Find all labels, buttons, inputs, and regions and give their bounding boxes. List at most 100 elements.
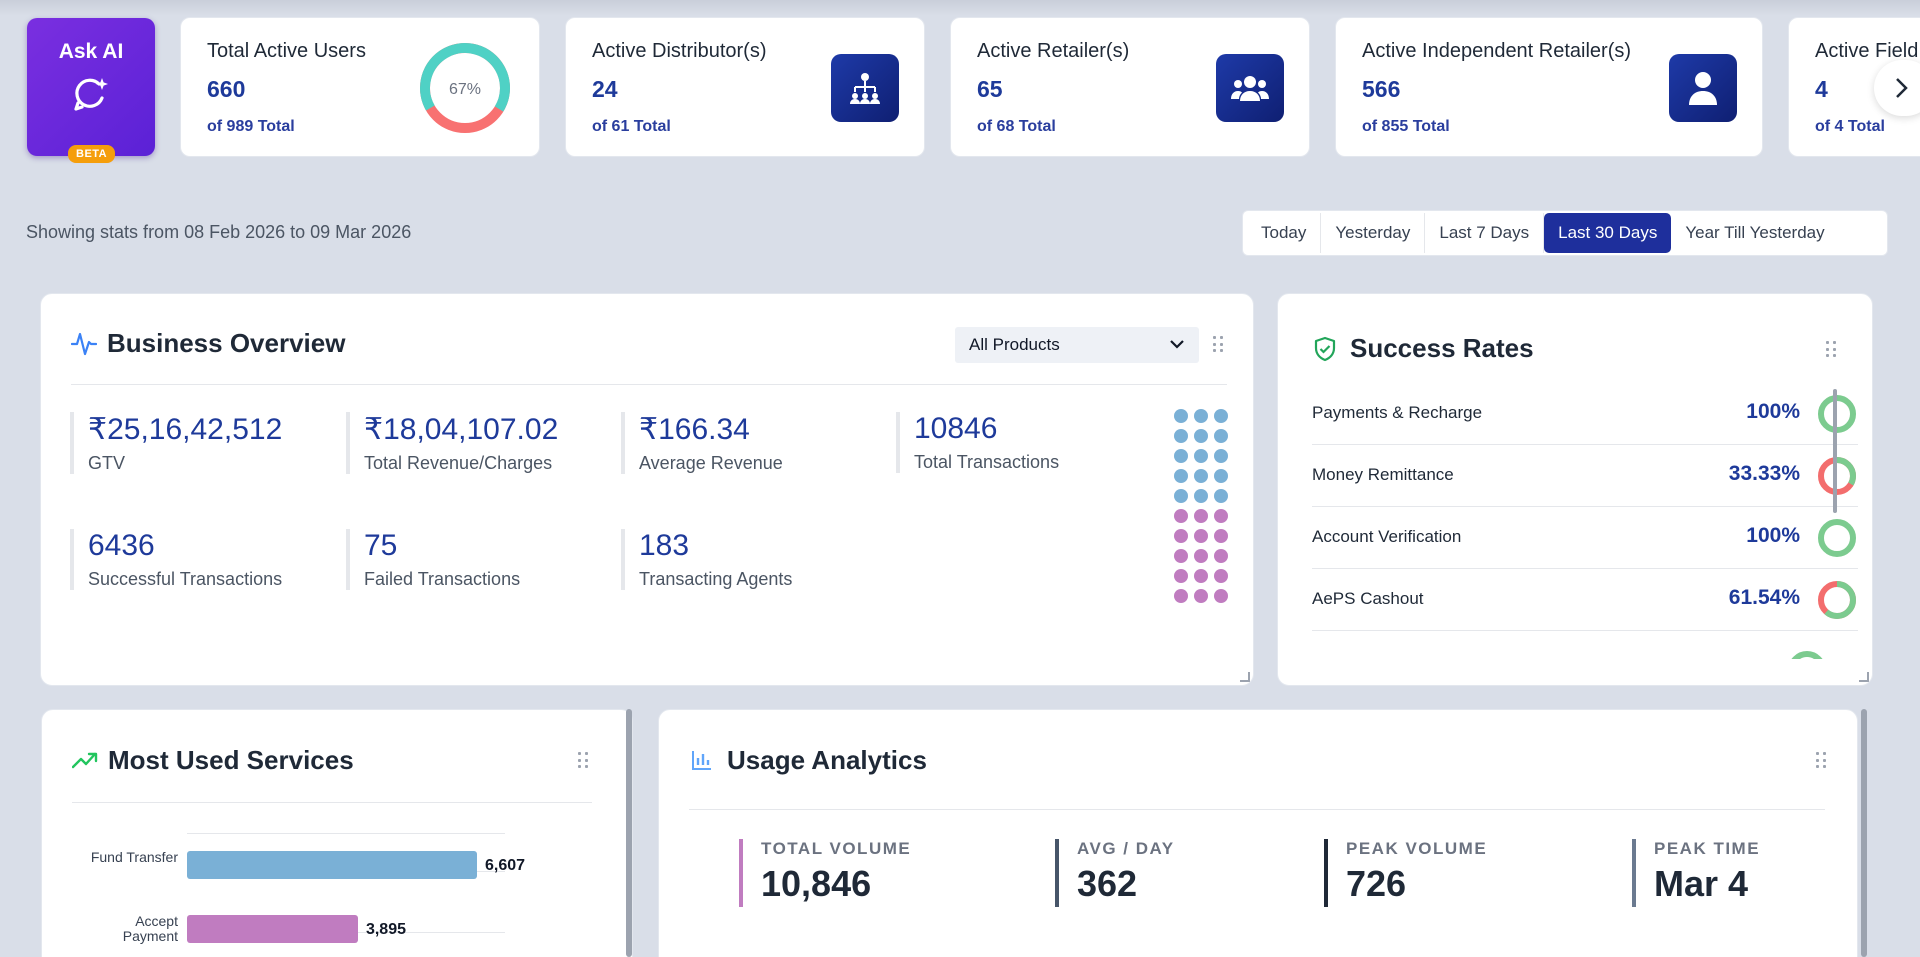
metric-value: 10846 bbox=[914, 412, 998, 445]
donut-percent: 67% bbox=[449, 81, 481, 98]
card-label: Active Distributor(s) bbox=[592, 40, 767, 62]
product-select[interactable]: All Products bbox=[955, 327, 1199, 363]
bar[interactable] bbox=[187, 915, 358, 943]
success-row-label: AePS Cashout bbox=[1312, 589, 1424, 608]
ring-fail-arc bbox=[1818, 519, 1856, 557]
card-value: 65 bbox=[977, 76, 1003, 102]
trending-up-icon bbox=[72, 752, 98, 769]
indicator-dot bbox=[1194, 549, 1208, 563]
stat-label: PEAK VOLUME bbox=[1346, 839, 1488, 858]
bar-value-label: 6,607 bbox=[485, 857, 526, 874]
divider bbox=[72, 802, 592, 803]
tab-yesterday[interactable]: Yesterday bbox=[1321, 213, 1426, 253]
drag-handle[interactable] bbox=[578, 752, 590, 770]
tab-last-7-days[interactable]: Last 7 Days bbox=[1425, 213, 1545, 253]
card-label: Active Retailer(s) bbox=[977, 40, 1130, 62]
card-sub: of 855 Total bbox=[1362, 118, 1450, 135]
card-value: 24 bbox=[592, 76, 618, 102]
active-users-donut: 67% bbox=[420, 43, 510, 133]
stat-peak-volume: PEAK VOLUME 726 bbox=[1324, 839, 1487, 907]
success-row-value: 100% bbox=[1746, 524, 1800, 547]
metric-average-revenue: ₹166.34 Average Revenue bbox=[621, 412, 783, 474]
indicator-dot bbox=[1194, 529, 1208, 543]
panel-title: Usage Analytics bbox=[727, 745, 927, 775]
gridline bbox=[187, 833, 505, 834]
tab-last-30-days[interactable]: Last 30 Days bbox=[1544, 213, 1672, 253]
metric-value: 75 bbox=[364, 529, 398, 562]
chevron-down-icon bbox=[1170, 340, 1184, 349]
metric-transacting-agents: 183 Transacting Agents bbox=[621, 529, 792, 590]
indicator-dot bbox=[1194, 409, 1208, 423]
drag-handle[interactable] bbox=[1213, 336, 1225, 354]
card-value: 566 bbox=[1362, 76, 1401, 102]
indicator-dot bbox=[1174, 449, 1188, 463]
drag-handle[interactable] bbox=[1816, 752, 1828, 770]
bar-chart-icon bbox=[692, 751, 711, 770]
indicator-dot bbox=[1174, 529, 1188, 543]
indicator-dot bbox=[1214, 529, 1228, 543]
card-active-retailers[interactable]: Active Retailer(s) 65 of 68 Total bbox=[950, 17, 1310, 157]
metric-label: GTV bbox=[88, 453, 126, 473]
chevron-right-icon bbox=[1896, 78, 1908, 98]
resize-handle[interactable] bbox=[1240, 672, 1250, 682]
indicator-dot bbox=[1214, 569, 1228, 583]
drag-handle[interactable] bbox=[1826, 341, 1838, 359]
panel-title: Business Overview bbox=[107, 328, 346, 358]
product-select-value: All Products bbox=[969, 335, 1060, 354]
tab-today[interactable]: Today bbox=[1247, 213, 1322, 253]
success-row-payments-recharge: Payments & Recharge 100% bbox=[1312, 383, 1858, 445]
indicator-dot bbox=[1174, 469, 1188, 483]
metric-label: Average Revenue bbox=[639, 453, 783, 473]
success-rate-ring bbox=[1818, 457, 1856, 495]
ai-sparkle-icon bbox=[74, 78, 108, 111]
card-label: Active Independent Retailer(s) bbox=[1362, 40, 1632, 62]
metric-value: ₹25,16,42,512 bbox=[88, 413, 283, 446]
divider bbox=[71, 384, 1227, 385]
ask-ai-button[interactable]: Ask AI BETA bbox=[27, 18, 155, 163]
stat-total-volume: TOTAL VOLUME 10,846 bbox=[739, 839, 911, 907]
indicator-dot bbox=[1174, 569, 1188, 583]
bar-value-label: 3,895 bbox=[365, 921, 406, 938]
metric-label: Total Transactions bbox=[914, 452, 1060, 472]
card-active-distributors[interactable]: Active Distributor(s) 24 of 61 Total bbox=[565, 17, 925, 157]
card-sub: of 989 Total bbox=[207, 118, 295, 135]
panel-scrollbar[interactable] bbox=[626, 709, 632, 957]
stat-peak-time: PEAK TIME Mar 4 bbox=[1632, 839, 1760, 907]
ask-ai-title: Ask AI bbox=[58, 40, 124, 63]
beta-badge: BETA bbox=[68, 145, 116, 163]
card-total-active-users[interactable]: Total Active Users 660 of 989 Total 67% bbox=[180, 17, 540, 157]
panel-scrollbar[interactable] bbox=[1861, 709, 1867, 957]
indicator-dot bbox=[1214, 469, 1228, 483]
card-sub: of 68 Total bbox=[977, 118, 1056, 135]
card-active-independent-retailers[interactable]: Active Independent Retailer(s) 566 of 85… bbox=[1335, 17, 1763, 157]
indicator-dot bbox=[1214, 549, 1228, 563]
indicator-dot bbox=[1174, 509, 1188, 523]
indicator-dot bbox=[1214, 509, 1228, 523]
stat-label: TOTAL VOLUME bbox=[761, 839, 912, 858]
metric-label: Total Revenue/Charges bbox=[364, 453, 553, 473]
stat-value: 10,846 bbox=[761, 863, 872, 904]
resize-handle[interactable] bbox=[1859, 672, 1869, 682]
stat-value: 362 bbox=[1077, 863, 1138, 904]
success-row-label: Account Verification bbox=[1312, 527, 1462, 546]
success-row-account-verification: Account Verification 100% bbox=[1312, 507, 1858, 569]
metric-total-revenue: ₹18,04,107.02 Total Revenue/Charges bbox=[346, 412, 558, 474]
metric-label: Failed Transactions bbox=[364, 569, 521, 589]
tab-year-till-yesterday[interactable]: Year Till Yesterday bbox=[1671, 213, 1838, 253]
metric-failed-transactions: 75 Failed Transactions bbox=[346, 529, 520, 590]
success-rate-ring bbox=[1818, 581, 1856, 619]
metric-value: ₹18,04,107.02 bbox=[364, 413, 559, 446]
success-rate-ring bbox=[1818, 395, 1856, 433]
success-row-label: Money Remittance bbox=[1312, 465, 1454, 484]
indicator-dot bbox=[1194, 569, 1208, 583]
metric-value: ₹166.34 bbox=[639, 413, 750, 446]
card-sub: of 4 Total bbox=[1815, 118, 1885, 135]
indicator-dot bbox=[1174, 589, 1188, 603]
bar[interactable] bbox=[187, 851, 477, 879]
stat-label: AVG / DAY bbox=[1077, 839, 1175, 858]
metric-value: 6436 bbox=[88, 529, 155, 562]
scrollbar-thumb[interactable] bbox=[1833, 389, 1837, 513]
card-sub: of 61 Total bbox=[592, 118, 671, 135]
metric-label: Transacting Agents bbox=[639, 569, 793, 589]
shield-check-icon bbox=[1314, 336, 1336, 362]
